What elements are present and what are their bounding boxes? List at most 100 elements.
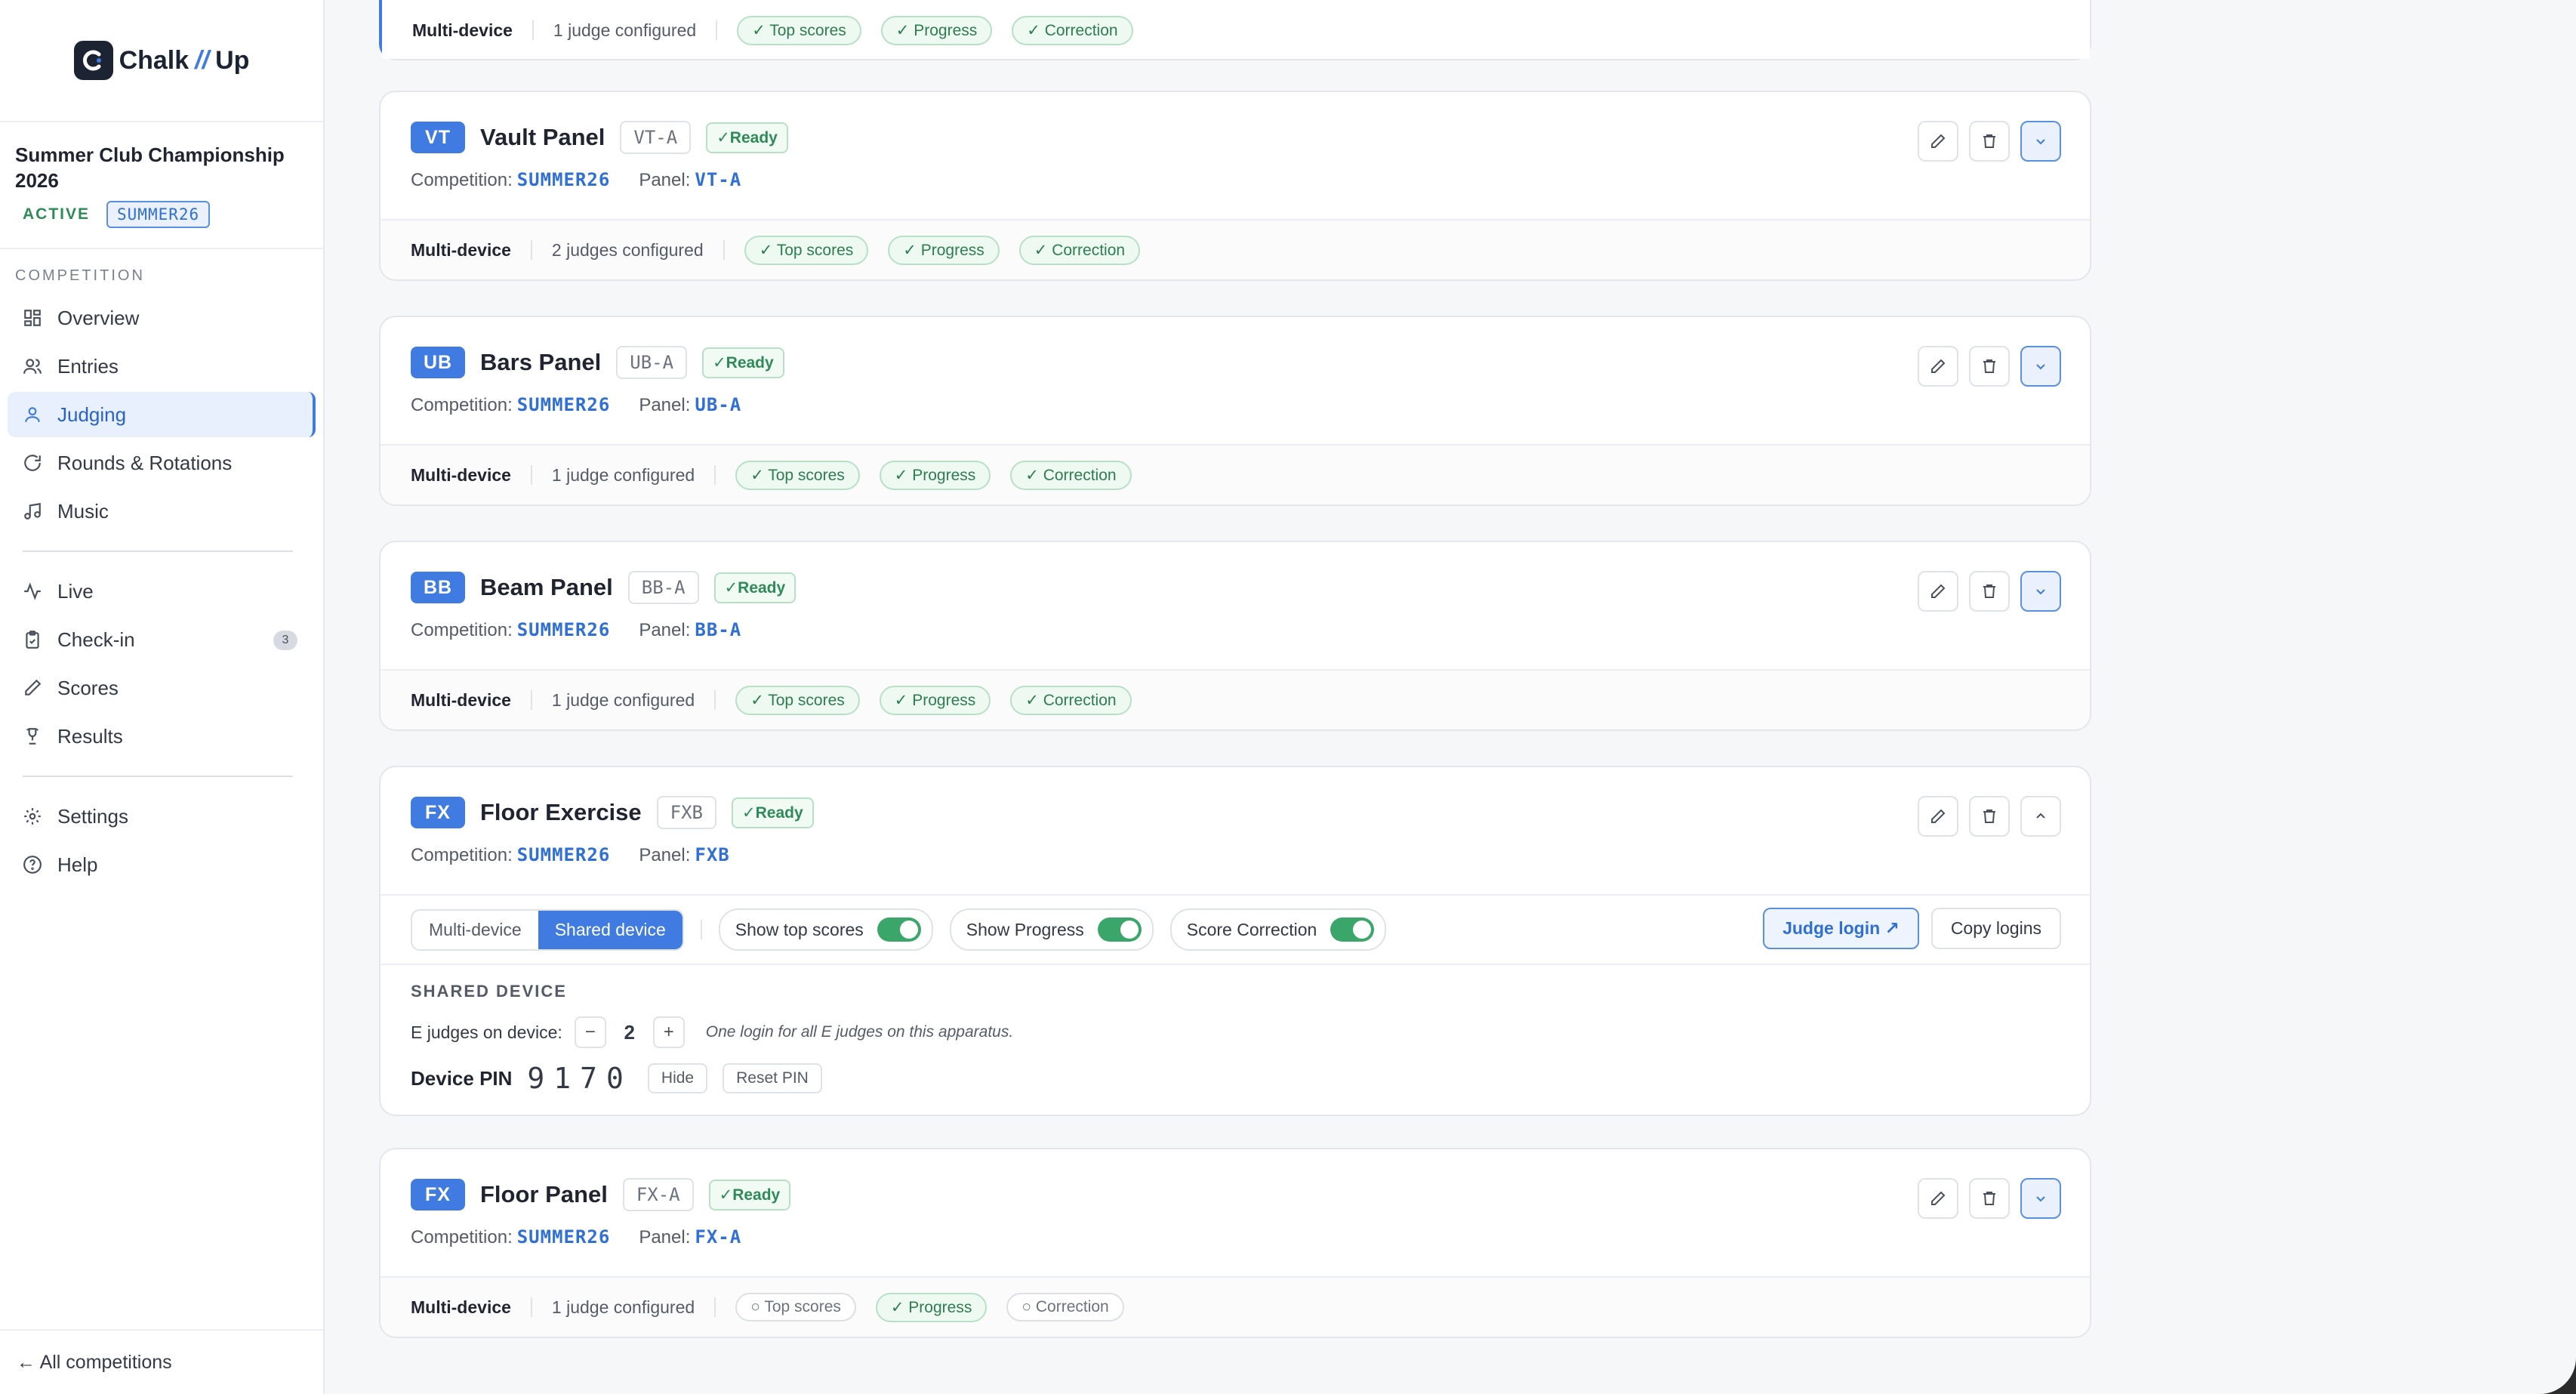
logo-area: Chalk//Up [0,0,323,122]
sidebar-item-entries[interactable]: Entries [8,344,316,389]
panel-name: Beam Panel [480,574,613,600]
apparatus-badge: BB [411,572,465,603]
competition-code: SUMMER26 [516,619,611,640]
sidebar-nav: Overview Entries Judging Rounds & Rotati… [0,295,323,887]
all-competitions-link[interactable]: ← All competitions [0,1329,323,1394]
sidebar-item-settings[interactable]: Settings [8,794,316,839]
user-icon [25,407,40,422]
edit-icon [1931,584,1946,598]
panel-meta: Panel: UB-A [639,394,742,415]
show-top-scores-toggle[interactable]: Show top scores [718,908,933,951]
panel-code-link: FX-A [695,1226,742,1248]
expand-button[interactable] [2020,121,2061,162]
delete-button[interactable] [1969,571,2010,612]
shared-device-option[interactable]: Shared device [538,910,683,949]
sidebar-item-check-in[interactable]: Check-in 3 [8,617,316,662]
divider [530,1297,532,1317]
logo-mark-icon [73,41,113,80]
competition-meta: Competition: SUMMER26 [411,844,611,865]
collapse-button[interactable] [2020,796,2061,837]
toggle-label: Show top scores [735,919,864,939]
brand-name-slash: // [195,45,210,75]
users-icon [23,359,42,374]
divider [714,1297,716,1317]
sidebar-item-rounds-rotations[interactable]: Rounds & Rotations [8,440,316,486]
sidebar-item-help[interactable]: Help [8,842,316,887]
apparatus-badge: VT [411,122,465,153]
chevron-down-icon [2036,139,2045,145]
judge-login-button[interactable]: Judge login ↗ [1763,908,1919,949]
panel-card-footer: Multi-device 1 judge configured ○ Top sc… [381,1276,2090,1337]
trash-icon [1983,810,1995,823]
sidebar-item-judging[interactable]: Judging [8,392,316,437]
edit-button[interactable] [1918,571,1958,612]
sidebar-item-live[interactable]: Live [8,569,316,614]
activity-icon [24,582,41,600]
competition-meta: Competition: SUMMER26 [411,619,611,640]
toggle-switch[interactable] [877,918,921,942]
divider [714,465,716,485]
sidebar-item-results[interactable]: Results [8,714,316,759]
hide-pin-button[interactable]: Hide [647,1063,708,1093]
delete-button[interactable] [1969,346,2010,387]
top-scores-chip: ✓ Top scores [735,460,860,490]
panel-code-link: UB-A [695,394,742,415]
toggle-label: Score Correction [1186,919,1317,939]
nav-divider [23,776,293,777]
panel-card-footer: Multi-device 1 judge configured ✓ Top sc… [381,444,2090,504]
competition-code: SUMMER26 [516,169,611,190]
correction-chip: ✓ Correction [1012,15,1133,45]
expand-button[interactable] [2020,1178,2061,1219]
edit-icon [1931,359,1946,373]
competition-code-badge: SUMMER26 [106,201,211,228]
copy-logins-button[interactable]: Copy logins [1930,908,2061,949]
sidebar-item-label: Check-in [57,628,135,651]
section-label: SHARED DEVICE [411,982,567,1001]
sidebar-item-scores[interactable]: Scores [8,665,316,711]
gear-icon [24,808,41,825]
panel-meta: Panel: BB-A [639,619,742,640]
decrement-button[interactable]: − [574,1016,606,1048]
brand-logo[interactable]: Chalk//Up [73,41,250,80]
toggle-switch[interactable] [1330,918,1375,942]
edit-button[interactable] [1918,1178,1958,1219]
sidebar-item-overview[interactable]: Overview [8,295,316,341]
correction-chip: ✓ Correction [1010,460,1132,490]
show-progress-toggle[interactable]: Show Progress [949,908,1154,951]
chevron-down-icon [2036,364,2045,370]
panel-card-partial: Multi-device 1 judge configured ✓ Top sc… [379,0,2091,60]
divider [530,690,532,710]
main-content: Multi-device 1 judge configured ✓ Top sc… [325,0,2576,1394]
ready-badge: ✓Ready [732,797,814,828]
edit-icon [1931,1191,1946,1205]
toggle-label: Show Progress [966,919,1084,939]
trash-icon [1983,134,1995,148]
rotate-icon [24,455,41,471]
brand-name-right: Up [215,45,250,75]
score-correction-toggle[interactable]: Score Correction [1169,908,1387,951]
device-mode-toggle: Multi-device Shared device [411,908,684,951]
progress-chip: ✓ Progress [880,15,993,45]
panel-name: Floor Exercise [480,799,642,825]
device-mode: Multi-device [411,464,511,485]
divider [530,240,532,260]
apparatus-badge: UB [411,347,465,378]
edit-button[interactable] [1918,346,1958,387]
expand-button[interactable] [2020,346,2061,387]
sidebar-item-music[interactable]: Music [8,489,316,534]
delete-button[interactable] [1969,121,2010,162]
increment-button[interactable]: + [652,1016,685,1048]
delete-button[interactable] [1969,1178,2010,1219]
competition-meta: Competition: SUMMER26 [411,394,611,415]
delete-button[interactable] [1969,796,2010,837]
panel-card-floor-exercise: FX Floor Exercise FXB ✓Ready Competition… [379,766,2091,1116]
edit-button[interactable] [1918,121,1958,162]
expand-button[interactable] [2020,571,2061,612]
reset-pin-button[interactable]: Reset PIN [723,1063,822,1093]
correction-chip: ✓ Correction [1010,685,1132,715]
toggle-switch[interactable] [1097,918,1142,942]
grid-icon [24,310,41,326]
trash-icon [1983,1192,1995,1205]
edit-button[interactable] [1918,796,1958,837]
multi-device-option[interactable]: Multi-device [412,911,538,949]
